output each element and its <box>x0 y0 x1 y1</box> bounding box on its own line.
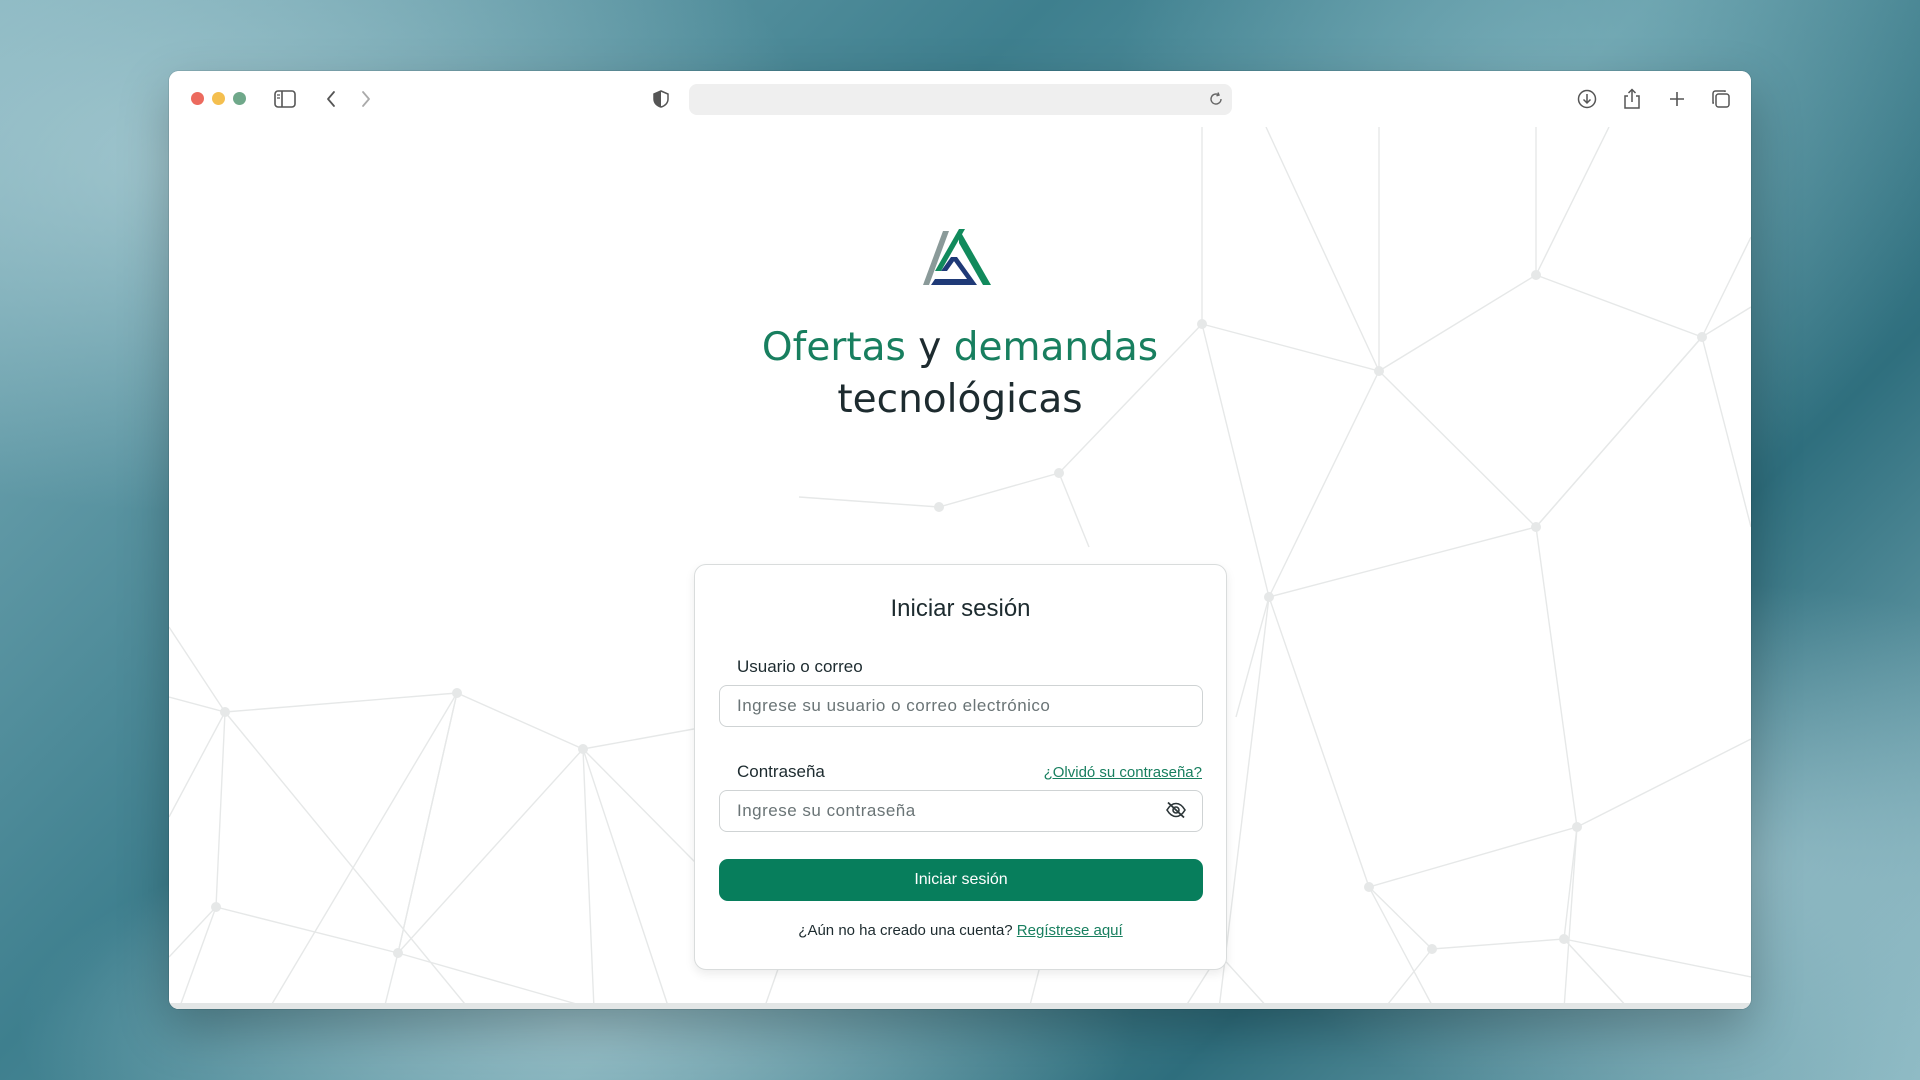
sidebar-icon[interactable] <box>273 87 297 111</box>
headline-connector: y <box>905 325 954 370</box>
password-label: Contraseña <box>737 762 825 781</box>
browser-window: Ofertas y demandas tecnológicas Iniciar … <box>169 71 1751 1009</box>
brand-logo <box>921 227 993 289</box>
minimize-window-button[interactable] <box>212 92 225 105</box>
headline-ofertas: Ofertas <box>761 325 906 370</box>
headline-line2: tecnológicas <box>837 377 1083 422</box>
new-tab-icon[interactable] <box>1665 87 1689 111</box>
window-bottom-edge <box>169 1003 1751 1009</box>
page-headline: Ofertas y demandas tecnológicas <box>169 322 1751 426</box>
username-label: Usuario o correo <box>737 657 863 676</box>
forward-icon[interactable] <box>354 87 378 111</box>
login-button[interactable]: Iniciar sesión <box>719 859 1203 901</box>
reload-icon[interactable] <box>1204 87 1228 111</box>
close-window-button[interactable] <box>191 92 204 105</box>
register-prompt: ¿Aún no ha creado una cuenta? <box>798 922 1017 939</box>
login-card: Iniciar sesión Usuario o correo Contrase… <box>694 564 1227 970</box>
password-input[interactable] <box>719 790 1203 832</box>
share-icon[interactable] <box>1620 87 1644 111</box>
eye-slash-icon[interactable] <box>1165 801 1189 821</box>
username-input[interactable] <box>719 685 1203 727</box>
login-title: Iniciar sesión <box>890 595 1031 622</box>
browser-toolbar <box>169 71 1751 127</box>
zoom-window-button[interactable] <box>233 92 246 105</box>
forgot-password-link[interactable]: ¿Olvidó su contraseña? <box>1044 764 1202 781</box>
register-link[interactable]: Regístrese aquí <box>1017 922 1123 939</box>
page-content: Ofertas y demandas tecnológicas Iniciar … <box>169 127 1751 1009</box>
download-icon[interactable] <box>1575 87 1599 111</box>
back-icon[interactable] <box>319 87 343 111</box>
shield-icon[interactable] <box>649 87 673 111</box>
tabs-overview-icon[interactable] <box>1709 87 1733 111</box>
register-row: ¿Aún no ha creado una cuenta? Regístrese… <box>695 922 1226 939</box>
address-bar[interactable] <box>689 84 1232 115</box>
headline-demandas: demandas <box>953 325 1159 370</box>
window-controls <box>191 92 246 105</box>
